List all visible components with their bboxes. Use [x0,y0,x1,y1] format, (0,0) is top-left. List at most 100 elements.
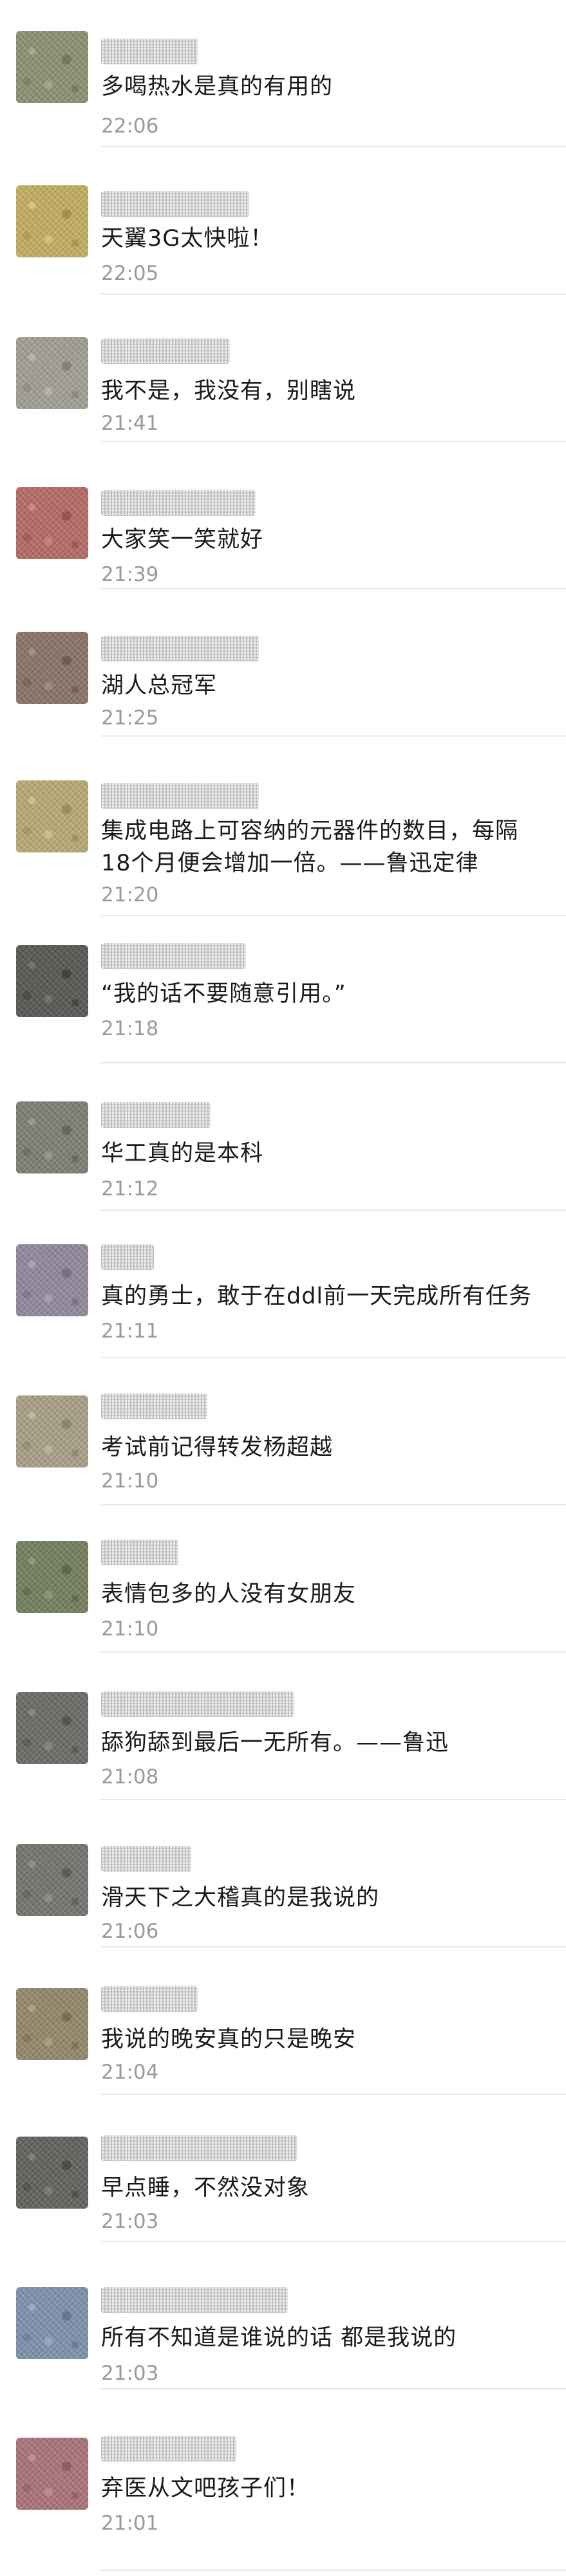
avatar-tint [16,1692,88,1764]
avatar-tint [16,337,88,409]
comment-time: 21:20 [101,883,159,906]
comment-text: 湖人总冠军 [101,673,218,699]
comment-time: 21:10 [101,1469,159,1493]
avatar[interactable] [16,632,88,704]
avatar[interactable] [16,1988,88,2060]
nickname-redacted[interactable] [101,1691,294,1717]
avatar-tint [16,185,88,257]
avatar[interactable] [16,945,88,1017]
avatar[interactable] [16,31,88,103]
nickname-redacted[interactable] [101,490,256,516]
avatar[interactable] [16,780,88,852]
comment-item[interactable]: 我不是，我没有，别瞎说 21:41 [0,295,566,442]
comment-time: 21:03 [101,2210,159,2233]
nickname-redacted[interactable] [101,783,259,809]
avatar-tint [16,1244,88,1316]
comment-text: 舔狗舔到最后一无所有。——鲁迅 [101,1730,449,1756]
comment-item[interactable]: 天翼3G太快啦！ 22:05 [0,147,566,295]
avatar[interactable] [16,1692,88,1764]
avatar-tint [16,2137,88,2209]
comment-item[interactable]: 我说的晚安真的只是晚安 21:04 [0,1947,566,2095]
nickname-redacted[interactable] [101,2436,236,2461]
comment-feed: 多喝热水是真的有用的 22:06 天翼3G太快啦！ 22:05 我不是，我没有，… [0,0,566,2576]
comment-time: 21:39 [101,563,159,586]
avatar-tint [16,487,88,559]
comment-time: 21:04 [101,2061,159,2084]
comment-time: 21:10 [101,1617,159,1641]
comment-text: 天翼3G太快啦！ [101,226,274,252]
nickname-redacted[interactable] [101,1540,178,1565]
comment-time: 21:41 [101,412,159,435]
nickname-redacted[interactable] [101,943,246,969]
comment-item[interactable]: 滑天下之大稽真的是我说的 21:06 [0,1800,566,1947]
avatar-tint [16,780,88,852]
avatar-tint [16,1844,88,1916]
comment-time: 21:11 [101,1320,159,1343]
avatar[interactable] [16,1244,88,1316]
comment-text: 考试前记得转发杨超越 [101,1435,334,1460]
nickname-redacted[interactable] [101,1846,191,1872]
comment-text: 表情包多的人没有女朋友 [101,1581,357,1607]
avatar-tint [16,1988,88,2060]
comment-item[interactable]: 真的勇士，敢于在ddl前一天完成所有任务 21:11 [0,1211,566,1358]
avatar[interactable] [16,2287,88,2359]
comment-item[interactable]: 早点睡，不然没对象 21:03 [0,2095,566,2242]
nickname-redacted[interactable] [101,39,198,64]
avatar-tint [16,2287,88,2359]
avatar[interactable] [16,185,88,257]
comment-time: 22:06 [101,115,159,138]
avatar[interactable] [16,1541,88,1613]
nickname-redacted[interactable] [101,2287,288,2313]
comment-time: 21:25 [101,706,159,730]
comment-item[interactable]: 考试前记得转发杨超越 21:10 [0,1358,566,1505]
avatar[interactable] [16,2438,88,2510]
avatar-tint [16,2438,88,2510]
nickname-redacted[interactable] [101,1986,198,2012]
comment-text: 集成电路上可容纳的元器件的数目，每隔 18个月便会增加一倍。——鲁迅定律 [101,818,519,876]
avatar-tint [16,31,88,103]
comment-item[interactable]: 湖人总冠军 21:25 [0,589,566,737]
comment-text: 所有不知道是谁说的话 都是我说的 [101,2325,457,2351]
divider [101,2570,566,2571]
comment-time: 21:06 [101,1920,159,1943]
nickname-redacted[interactable] [101,1394,207,1419]
comment-text: 华工真的是本科 [101,1141,264,1166]
comment-item[interactable]: 集成电路上可容纳的元器件的数目，每隔 18个月便会增加一倍。——鲁迅定律 21:… [0,737,566,916]
avatar[interactable] [16,487,88,559]
comment-time: 21:18 [101,1017,159,1040]
comment-item[interactable]: 表情包多的人没有女朋友 21:10 [0,1505,566,1653]
comment-item[interactable]: 舔狗舔到最后一无所有。——鲁迅 21:08 [0,1653,566,1800]
comment-time: 21:08 [101,1765,159,1789]
avatar-tint [16,1541,88,1613]
comment-time: 22:05 [101,262,159,285]
comment-item[interactable]: “我的话不要随意引用。” 21:18 [0,916,566,1063]
avatar-tint [16,1101,88,1173]
comment-text: 我说的晚安真的只是晚安 [101,2027,357,2052]
comment-text: 弃医从文吧孩子们！ [101,2476,310,2501]
comment-text: 真的勇士，敢于在ddl前一天完成所有任务 [101,1283,533,1309]
comment-item[interactable]: 多喝热水是真的有用的 22:06 [0,0,566,147]
avatar-tint [16,632,88,704]
comment-text: 滑天下之大稽真的是我说的 [101,1885,380,1911]
nickname-redacted[interactable] [101,191,249,217]
avatar[interactable] [16,1395,88,1467]
nickname-redacted[interactable] [101,338,230,364]
comment-time: 21:01 [101,2512,159,2535]
comment-item[interactable]: 弃医从文吧孩子们！ 21:01 [0,2389,566,2576]
nickname-redacted[interactable] [101,1244,154,1270]
avatar[interactable] [16,1844,88,1916]
comment-item[interactable]: 大家笑一笑就好 21:39 [0,442,566,589]
comment-time: 21:03 [101,2362,159,2385]
comment-text: 多喝热水是真的有用的 [101,74,334,100]
comment-text: 早点睡，不然没对象 [101,2175,310,2201]
nickname-redacted[interactable] [101,1102,211,1128]
avatar-tint [16,1395,88,1467]
comment-item[interactable]: 所有不知道是谁说的话 都是我说的 21:03 [0,2242,566,2389]
comment-item[interactable]: 华工真的是本科 21:12 [0,1063,566,1211]
nickname-redacted[interactable] [101,636,259,661]
avatar[interactable] [16,337,88,409]
nickname-redacted[interactable] [101,2135,297,2161]
avatar[interactable] [16,1101,88,1173]
avatar[interactable] [16,2137,88,2209]
comment-text: 我不是，我没有，别瞎说 [101,378,357,404]
